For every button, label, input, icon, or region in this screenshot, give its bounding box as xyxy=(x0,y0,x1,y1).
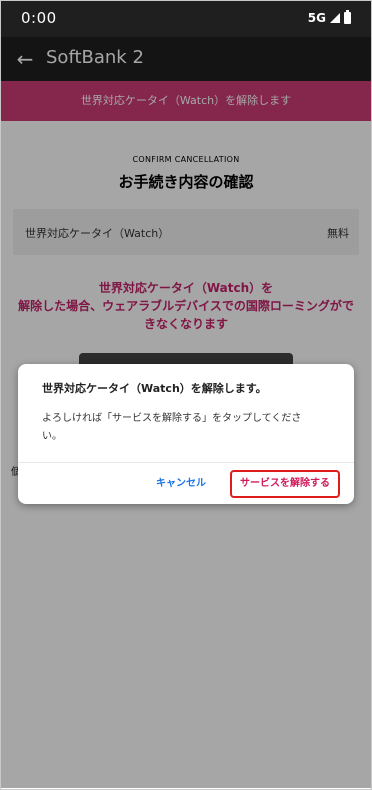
status-time: 0:00 xyxy=(21,9,57,27)
battery-icon xyxy=(344,10,351,24)
dialog-message: よろしければ「サービスを解除する」をタップしてくださ い。 xyxy=(42,410,334,446)
network-label: 5G xyxy=(307,11,326,25)
signal-icon xyxy=(330,13,340,23)
dialog-title: 世界対応ケータイ（Watch）を解除します。 xyxy=(42,382,267,395)
cancel-button[interactable]: キャンセル xyxy=(150,474,212,494)
status-indicators: 5G xyxy=(307,10,351,25)
cancel-service-button[interactable]: サービスを解除する xyxy=(230,470,340,498)
status-bar: 0:00 5G xyxy=(1,1,371,37)
dialog-message-line: よろしければ「サービスを解除する」をタップしてくださ xyxy=(42,413,302,424)
dialog-message-line: い。 xyxy=(42,431,62,442)
confirm-dialog: 世界対応ケータイ（Watch）を解除します。 よろしければ「サービスを解除する」… xyxy=(18,364,354,504)
dialog-divider xyxy=(18,462,354,463)
